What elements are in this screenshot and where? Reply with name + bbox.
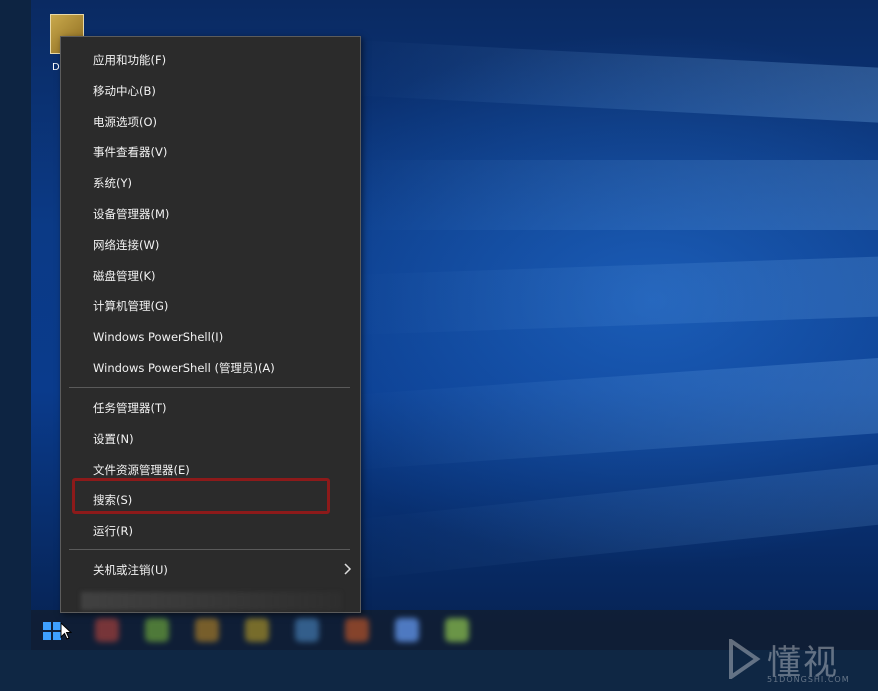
menu-item[interactable]: 运行(R) (61, 516, 360, 546)
menu-item-label: 设置(N) (93, 431, 134, 446)
winx-context-menu: 应用和功能(F) 移动中心(B) 电源选项(O) 事件查看器(V) 系统(Y) 设备管理器… (60, 36, 361, 613)
wallpaper-light-beam (347, 446, 878, 580)
menu-item[interactable]: 应用和功能(F) (61, 45, 360, 75)
menu-item-label: 网络连接(W) (93, 237, 160, 252)
menu-item-label: 设备管理器(M) (93, 207, 170, 221)
chevron-right-icon (344, 563, 352, 575)
menu-item-label: 任务管理器(T) (93, 401, 167, 415)
menu-item-label: 关机或注销(U) (93, 563, 168, 577)
taskbar-pinned-app-icon[interactable] (245, 618, 269, 642)
menu-separator (69, 387, 350, 388)
wallpaper-light-beam (351, 160, 878, 230)
taskbar-pinned-app-icon[interactable] (295, 618, 319, 642)
menu-item-label: 移动中心(B) (93, 83, 156, 98)
taskbar-pinned-app-icon[interactable] (345, 618, 369, 642)
blurred-menu-item (81, 592, 341, 610)
menu-item-label: Windows PowerShell(I) (93, 330, 224, 345)
play-logo-icon (729, 639, 761, 679)
mouse-cursor-icon (60, 622, 72, 640)
menu-item[interactable]: 移动中心(B) (61, 76, 360, 106)
taskbar-pinned-app-icon[interactable] (395, 618, 419, 642)
menu-item-label: 磁盘管理(K) (93, 268, 156, 283)
wallpaper-light-beam (349, 250, 878, 335)
menu-item-label: 电源选项(O) (93, 114, 158, 129)
menu-item-label: 系统(Y) (93, 176, 132, 191)
menu-item[interactable]: 网络连接(W) (61, 230, 360, 260)
menu-item-label: 运行(R) (93, 524, 133, 539)
taskbar-pinned-app-icon[interactable] (145, 618, 169, 642)
wallpaper-light-beam (348, 346, 878, 470)
desktop-icon-label: D (52, 62, 60, 73)
menu-item[interactable]: Windows PowerShell (管理员)(A) (61, 353, 360, 383)
menu-item[interactable]: 关机或注销(U) (61, 555, 360, 585)
watermark: 懂视 51DONGSHI.COM (727, 635, 877, 691)
menu-item-label: 计算机管理(G) (93, 299, 169, 314)
watermark-subtext: 51DONGSHI.COM (767, 675, 850, 684)
taskbar-pinned-app-icon[interactable] (95, 618, 119, 642)
menu-item[interactable]: 设置(N) (61, 424, 360, 454)
menu-item-label: 事件查看器(V) (93, 145, 168, 160)
menu-item[interactable]: 磁盘管理(K) (61, 261, 360, 291)
menu-item[interactable]: 设备管理器(M) (61, 199, 360, 229)
menu-item[interactable]: 任务管理器(T) (61, 393, 360, 423)
taskbar-pinned-app-icon[interactable] (195, 618, 219, 642)
menu-item[interactable]: 系统(Y) (61, 168, 360, 198)
windows-logo-icon (43, 622, 61, 640)
menu-item-label: 应用和功能(F) (93, 53, 167, 67)
wallpaper-light-beam (349, 40, 878, 132)
menu-separator (69, 549, 350, 550)
menu-item[interactable]: 电源选项(O) (61, 107, 360, 137)
menu-item[interactable]: 计算机管理(G) (61, 291, 360, 321)
menu-item[interactable]: Windows PowerShell(I) (61, 322, 360, 352)
taskbar-pinned-app-icon[interactable] (445, 618, 469, 642)
menu-item-label: Windows PowerShell (管理员)(A) (93, 361, 275, 375)
search-highlight-box (72, 478, 330, 514)
menu-item[interactable]: 事件查看器(V) (61, 137, 360, 167)
